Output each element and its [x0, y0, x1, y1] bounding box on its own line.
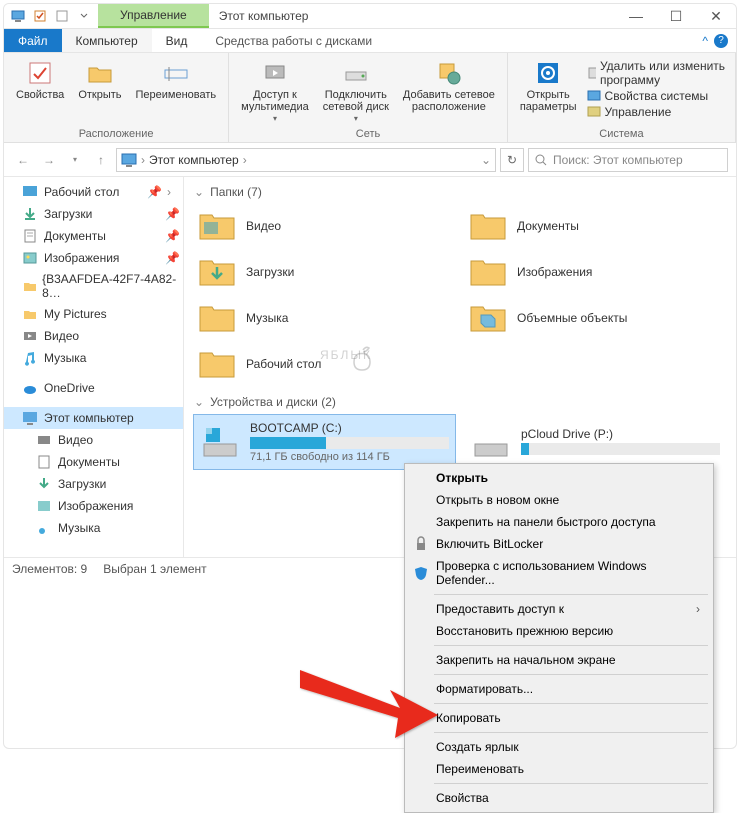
folder-desktop[interactable]: Рабочий стол — [194, 343, 455, 385]
sidebar-pc-downloads[interactable]: Загрузки — [4, 473, 183, 495]
folder-documents[interactable]: Документы — [465, 205, 726, 247]
drive-bootcamp[interactable]: BOOTCAMP (C:) 71,1 ГБ свободно из 114 ГБ — [194, 415, 455, 469]
folders-grid: Видео Документы Загрузки Изображения Муз… — [194, 205, 726, 385]
sidebar-item-guid[interactable]: {B3AAFDEA-42F7-4A82-8… — [4, 269, 183, 303]
ribbon-manage[interactable]: Управление — [587, 105, 727, 119]
window-title: Этот компьютер — [209, 4, 616, 28]
ctx-open-new-window[interactable]: Открыть в новом окне — [408, 489, 710, 511]
ribbon-tabs: Файл Компьютер Вид Средства работы с дис… — [4, 29, 736, 53]
ribbon-multimedia[interactable]: Доступ к мультимедиа▾ — [237, 57, 313, 126]
qat-properties-icon[interactable] — [32, 8, 48, 24]
close-button[interactable]: ✕ — [696, 4, 736, 28]
folder-music[interactable]: Музыка — [194, 297, 455, 339]
status-count: Элементов: 9 — [12, 562, 87, 576]
help-icon[interactable]: ? — [714, 34, 728, 48]
titlebar: Управление Этот компьютер — ☐ ✕ — [4, 4, 736, 29]
context-menu: Открыть Открыть в новом окне Закрепить н… — [404, 463, 714, 813]
pc-icon[interactable] — [10, 8, 26, 24]
ctx-shortcut[interactable]: Создать ярлык — [408, 736, 710, 758]
ribbon: Свойства Открыть Переименовать Расположе… — [4, 53, 736, 143]
sidebar-pc-pictures[interactable]: Изображения — [4, 495, 183, 517]
sidebar-this-pc[interactable]: Этот компьютер — [4, 407, 183, 429]
address-bar[interactable]: › Этот компьютер › ⌄ — [116, 148, 496, 172]
sidebar-pc-video[interactable]: Видео — [4, 429, 183, 451]
minimize-button[interactable]: — — [616, 4, 656, 28]
sidebar-item-desktop[interactable]: Рабочий стол📌› — [4, 181, 183, 203]
folder-video[interactable]: Видео — [194, 205, 455, 247]
sidebar-pc-music[interactable]: Музыка — [4, 517, 183, 539]
ribbon-group-system: Открыть параметры Удалить или изменить п… — [508, 53, 736, 142]
sidebar-item-documents[interactable]: Документы📌 — [4, 225, 183, 247]
qat-dropdown-icon[interactable] — [76, 8, 92, 24]
drive-pcloud[interactable]: pCloud Drive (P:) — [465, 415, 726, 469]
tab-file[interactable]: Файл — [4, 29, 62, 52]
quick-access-toolbar — [4, 4, 98, 28]
sidebar-pc-documents[interactable]: Документы — [4, 451, 183, 473]
ribbon-open-params[interactable]: Открыть параметры — [516, 57, 581, 115]
ribbon-group-network: Доступ к мультимедиа▾ Подключить сетевой… — [229, 53, 508, 142]
search-placeholder: Поиск: Этот компьютер — [553, 153, 683, 167]
refresh-button[interactable]: ↻ — [500, 148, 524, 172]
pc-icon — [121, 152, 137, 168]
ctx-restore[interactable]: Восстановить прежнюю версию — [408, 620, 710, 642]
folder-downloads[interactable]: Загрузки — [194, 251, 455, 293]
ctx-pin-start[interactable]: Закрепить на начальном экране — [408, 649, 710, 671]
maximize-button[interactable]: ☐ — [656, 4, 696, 28]
ribbon-uninstall[interactable]: Удалить или изменить программу — [587, 59, 727, 87]
lock-icon — [413, 536, 429, 552]
ribbon-open[interactable]: Открыть — [74, 57, 125, 103]
ctx-format[interactable]: Форматировать... — [408, 678, 710, 700]
ctx-bitlocker[interactable]: Включить BitLocker — [408, 533, 710, 555]
ctx-copy[interactable]: Копировать — [408, 707, 710, 729]
ribbon-properties[interactable]: Свойства — [12, 57, 68, 103]
ctx-properties[interactable]: Свойства — [408, 787, 710, 809]
shield-icon — [413, 565, 429, 581]
ribbon-map-drive[interactable]: Подключить сетевой диск▾ — [319, 57, 393, 126]
search-icon — [535, 154, 547, 166]
section-drives-header[interactable]: ⌄Устройства и диски (2) — [194, 391, 726, 415]
sidebar: Рабочий стол📌› Загрузки📌 Документы📌 Изоб… — [4, 177, 184, 557]
ctx-rename[interactable]: Переименовать — [408, 758, 710, 780]
navbar: ← → ▾ ↑ › Этот компьютер › ⌄ ↻ Поиск: Эт… — [4, 143, 736, 177]
section-folders-header[interactable]: ⌄Папки (7) — [194, 181, 726, 205]
drives-grid: BOOTCAMP (C:) 71,1 ГБ свободно из 114 ГБ… — [194, 415, 726, 469]
sidebar-onedrive[interactable]: OneDrive — [4, 377, 183, 399]
status-selection: Выбран 1 элемент — [103, 562, 206, 576]
ctx-pin-quick-access[interactable]: Закрепить на панели быстрого доступа — [408, 511, 710, 533]
back-button[interactable]: ← — [12, 149, 34, 171]
qat-new-folder-icon[interactable] — [54, 8, 70, 24]
pin-icon: 📌 — [147, 185, 159, 199]
addr-dropdown-icon[interactable]: ⌄ — [481, 153, 491, 167]
search-input[interactable]: Поиск: Этот компьютер — [528, 148, 728, 172]
sidebar-item-downloads[interactable]: Загрузки📌 — [4, 203, 183, 225]
sidebar-item-pictures[interactable]: Изображения📌 — [4, 247, 183, 269]
tab-computer[interactable]: Компьютер — [62, 29, 152, 52]
folder-pictures[interactable]: Изображения — [465, 251, 726, 293]
ctx-open[interactable]: Открыть — [408, 467, 710, 489]
tab-manage[interactable]: Управление — [98, 4, 209, 28]
sidebar-item-video[interactable]: Видео — [4, 325, 183, 347]
collapse-ribbon-icon[interactable]: ^ — [702, 34, 708, 48]
forward-button[interactable]: → — [38, 149, 60, 171]
ribbon-rename[interactable]: Переименовать — [132, 57, 221, 103]
sidebar-item-mypictures[interactable]: My Pictures — [4, 303, 183, 325]
ribbon-group-location: Свойства Открыть Переименовать Расположе… — [4, 53, 229, 142]
history-dropdown[interactable]: ▾ — [64, 149, 86, 171]
ctx-defender[interactable]: Проверка с использованием Windows Defend… — [408, 555, 710, 591]
folder-3dobjects[interactable]: Объемные объекты — [465, 297, 726, 339]
ctx-share[interactable]: Предоставить доступ к› — [408, 598, 710, 620]
tab-view[interactable]: Вид — [152, 29, 202, 52]
breadcrumb[interactable]: Этот компьютер — [149, 153, 239, 167]
window-controls: — ☐ ✕ — [616, 4, 736, 28]
ribbon-add-network[interactable]: Добавить сетевое расположение — [399, 57, 499, 115]
tab-disk-tools[interactable]: Средства работы с дисками — [201, 29, 386, 52]
ribbon-system-props[interactable]: Свойства системы — [587, 89, 727, 103]
sidebar-item-music[interactable]: Музыка — [4, 347, 183, 369]
up-button[interactable]: ↑ — [90, 149, 112, 171]
